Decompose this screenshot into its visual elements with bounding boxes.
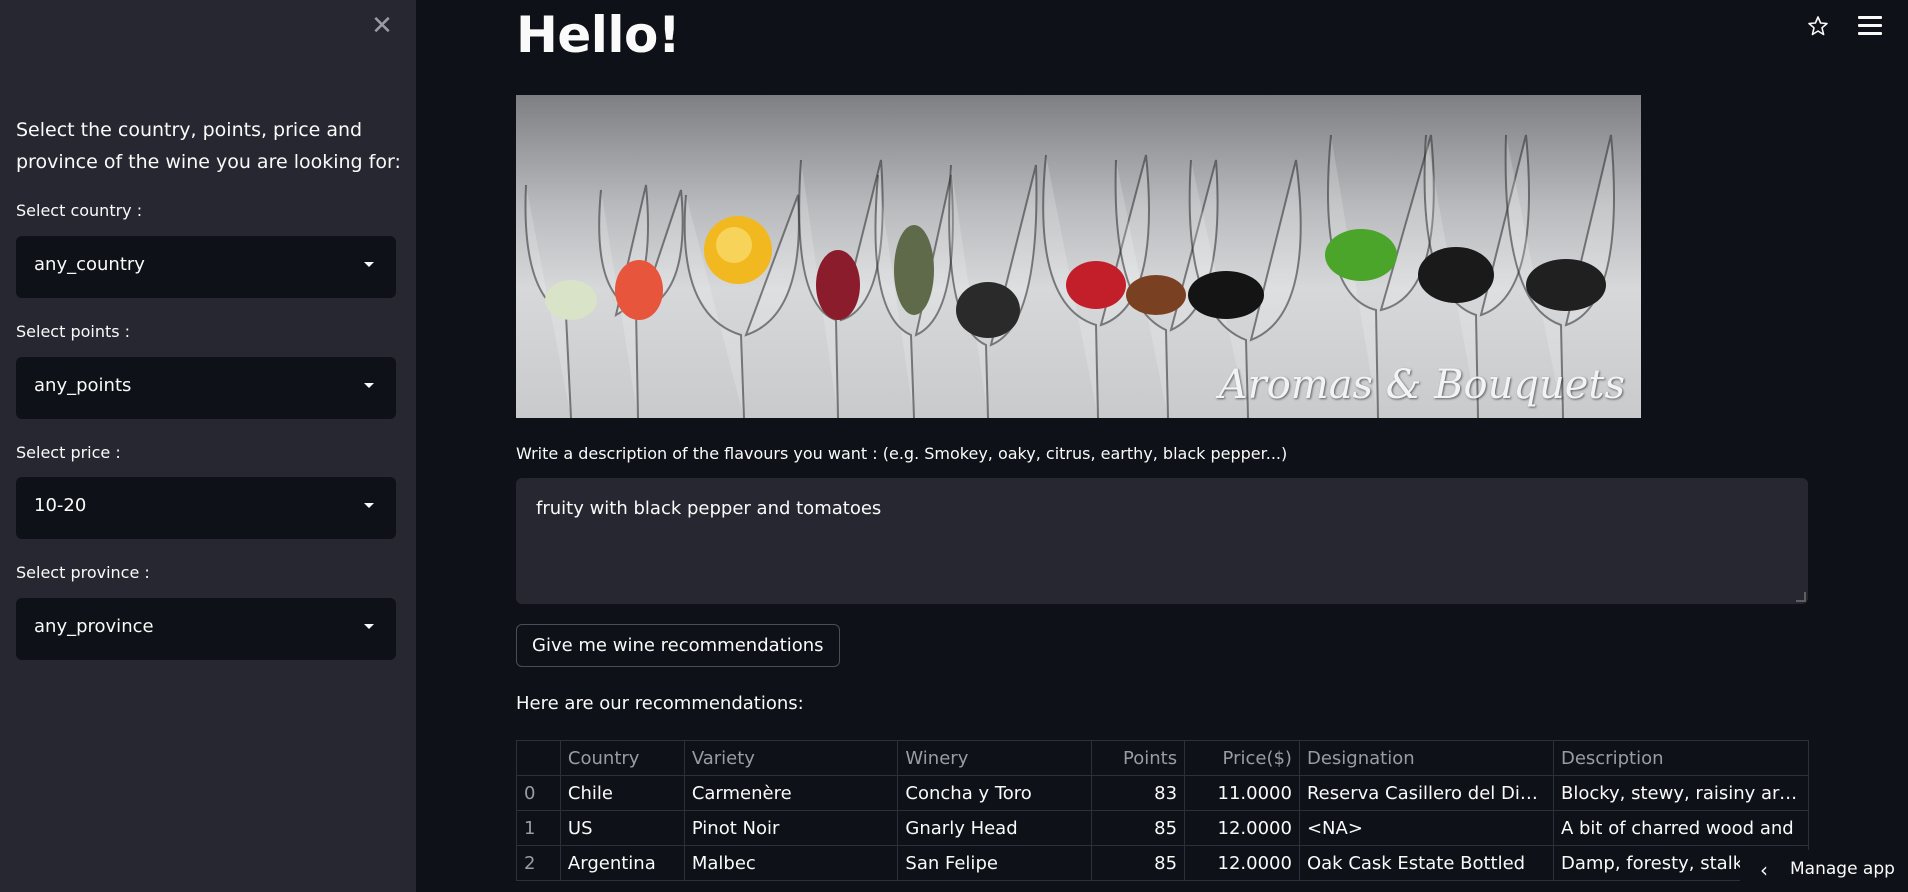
cell-winery: San Felipe (897, 845, 1093, 881)
cell-points: 85 (1091, 845, 1186, 881)
chevron-down-icon (364, 383, 374, 388)
wine-glasses-banner-image: Aromas & Bouquets (516, 95, 1641, 418)
chevron-left-icon: ‹ (1760, 858, 1768, 882)
banner-caption: Aromas & Bouquets (1218, 362, 1625, 408)
column-header-variety[interactable]: Variety (683, 740, 899, 776)
country-select[interactable]: any_country (16, 236, 396, 298)
column-header-price[interactable]: Price($) (1184, 740, 1300, 776)
points-select[interactable]: any_points (16, 357, 396, 419)
cell-country: Argentina (559, 845, 685, 881)
row-index: 2 (516, 845, 561, 881)
table-row: 1 US Pinot Noir Gnarly Head 85 12.0000 <… (516, 810, 1810, 846)
page-title: Hello! (516, 6, 681, 64)
cell-points: 83 (1091, 775, 1186, 811)
star-icon[interactable] (1806, 14, 1830, 38)
points-label: Select points : (16, 322, 131, 341)
cell-description: A bit of charred wood and (1552, 810, 1810, 846)
manage-app-button[interactable]: ‹ Manage app (1740, 850, 1908, 892)
cell-designation: <NA> (1298, 810, 1554, 846)
row-index: 0 (516, 775, 561, 811)
description-textarea[interactable]: fruity with black pepper and tomatoes (516, 478, 1808, 604)
price-select[interactable]: 10-20 (16, 477, 396, 539)
table-header-row: Country Variety Winery Points Price($) D… (516, 740, 1810, 776)
sidebar: ✕ Select the country, points, price and … (0, 0, 416, 892)
description-textarea-value: fruity with black pepper and tomatoes (536, 498, 882, 519)
cell-price: 11.0000 (1184, 775, 1300, 811)
description-label: Write a description of the flavours you … (516, 444, 1288, 463)
province-select[interactable]: any_province (16, 598, 396, 660)
country-label: Select country : (16, 201, 143, 220)
province-label: Select province : (16, 563, 150, 582)
cell-price: 12.0000 (1184, 810, 1300, 846)
cell-price: 12.0000 (1184, 845, 1300, 881)
country-select-value: any_country (34, 254, 145, 275)
column-header-winery[interactable]: Winery (897, 740, 1093, 776)
cell-designation: Reserva Casillero del Diablo (1298, 775, 1554, 811)
cell-variety: Pinot Noir (683, 810, 899, 846)
column-header-description[interactable]: Description (1552, 740, 1810, 776)
cell-country: US (559, 810, 685, 846)
table-row: 0 Chile Carmenère Concha y Toro 83 11.00… (516, 775, 1810, 811)
row-index: 1 (516, 810, 561, 846)
cell-winery: Concha y Toro (897, 775, 1093, 811)
price-select-value: 10-20 (34, 495, 87, 516)
points-select-value: any_points (34, 375, 132, 396)
sidebar-intro: Select the country, points, price and pr… (16, 119, 401, 173)
cell-country: Chile (559, 775, 685, 811)
cell-description: Blocky, stewy, raisiny aromas (1552, 775, 1810, 811)
price-label: Select price : (16, 443, 121, 462)
resize-handle-icon[interactable] (1796, 592, 1806, 602)
chevron-down-icon (364, 262, 374, 267)
hamburger-menu-icon[interactable] (1858, 16, 1882, 38)
province-select-value: any_province (34, 616, 154, 637)
chevron-down-icon (364, 624, 374, 629)
column-header-points[interactable]: Points (1091, 740, 1186, 776)
column-header-index[interactable] (516, 740, 561, 776)
cell-variety: Malbec (683, 845, 899, 881)
chevron-down-icon (364, 503, 374, 508)
table-row: 2 Argentina Malbec San Felipe 85 12.0000… (516, 845, 1810, 881)
manage-app-label: Manage app (1790, 859, 1895, 879)
recommendations-table[interactable]: Country Variety Winery Points Price($) D… (516, 740, 1810, 881)
recommendations-label: Here are our recommendations: (516, 693, 804, 714)
cell-points: 85 (1091, 810, 1186, 846)
cell-designation: Oak Cask Estate Bottled (1298, 845, 1554, 881)
cell-variety: Carmenère (683, 775, 899, 811)
recommend-button[interactable]: Give me wine recommendations (516, 624, 840, 667)
column-header-designation[interactable]: Designation (1298, 740, 1554, 776)
column-header-country[interactable]: Country (559, 740, 685, 776)
cell-winery: Gnarly Head (897, 810, 1093, 846)
close-icon[interactable]: ✕ (368, 12, 396, 40)
